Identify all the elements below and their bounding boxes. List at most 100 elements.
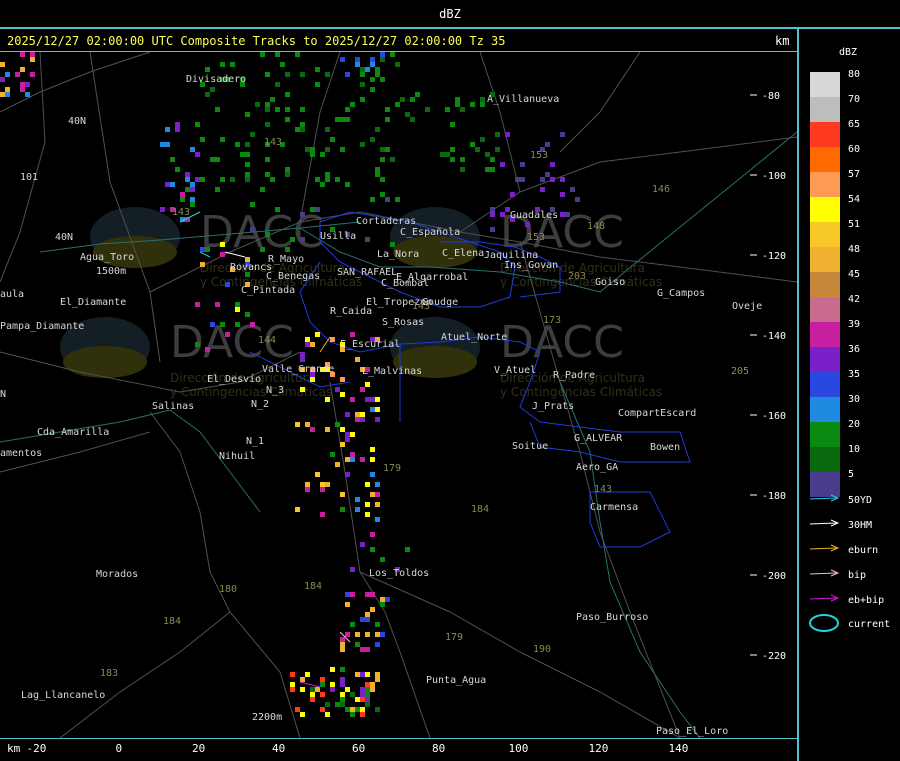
echo-cell: [345, 117, 350, 122]
echo-cell: [345, 472, 350, 477]
echo-cell: [265, 122, 270, 127]
place-label: Divisadero: [186, 74, 246, 85]
echo-cell: [265, 157, 270, 162]
echo-cell: [370, 57, 375, 62]
echo-cell: [370, 682, 375, 687]
echo-cell: [375, 127, 380, 132]
place-label: R_Padre: [553, 370, 595, 381]
echo-cell: [175, 127, 180, 132]
echo-cell: [370, 592, 375, 597]
track-label: eb+bip: [848, 595, 884, 606]
echo-cell: [325, 482, 330, 487]
current-ellipse-icon: [809, 614, 839, 632]
place-label: R_Mayo: [268, 254, 304, 265]
echo-cell: [325, 127, 330, 132]
radar-map[interactable]: DACCDirección de Agriculturay Contingenc…: [0, 52, 797, 738]
echo-cell: [415, 92, 420, 97]
echo-cell: [215, 157, 220, 162]
echo-cell: [380, 632, 385, 637]
echo-cell: [5, 87, 10, 92]
echo-cell: [355, 672, 360, 677]
echo-cell: [365, 592, 370, 597]
echo-cell: [360, 697, 365, 702]
echo-cell: [270, 177, 275, 182]
echo-cell: [300, 212, 305, 217]
echo-cell: [325, 397, 330, 402]
echo-cell: [335, 462, 340, 467]
echo-cell: [355, 707, 360, 712]
echo-cell: [470, 102, 475, 107]
echo-cell: [160, 142, 165, 147]
legend-value: 60: [848, 144, 860, 155]
echo-cell: [345, 592, 350, 597]
echo-cell: [385, 597, 390, 602]
echo-cell: [290, 687, 295, 692]
route-number: 143: [264, 137, 282, 148]
echo-cell: [540, 187, 545, 192]
echo-cell: [460, 167, 465, 172]
place-label: 2200m: [252, 712, 282, 723]
echo-cell: [205, 247, 210, 252]
x-tick-label: 0: [115, 742, 123, 755]
echo-cell: [330, 682, 335, 687]
echo-cell: [160, 207, 165, 212]
road-lines: [0, 52, 797, 738]
echo-cell: [190, 182, 195, 187]
echo-cell: [360, 647, 365, 652]
place-label: 101: [20, 172, 38, 183]
echo-cell: [370, 197, 375, 202]
place-label: Nihuil: [219, 451, 255, 462]
place-label: 1500m: [96, 266, 126, 277]
echo-cell: [365, 702, 370, 707]
echo-cell: [300, 352, 305, 357]
echo-cell: [270, 97, 275, 102]
route-number: 205: [731, 366, 749, 377]
echo-cell: [195, 152, 200, 157]
route-number: 144: [258, 335, 276, 346]
echo-cell: [360, 67, 365, 72]
echo-cell: [355, 62, 360, 67]
track-line: [809, 547, 837, 550]
place-label: C_Española: [400, 227, 460, 238]
y-tick-label: -120: [762, 251, 786, 262]
echo-cell: [195, 302, 200, 307]
echo-cell: [0, 62, 5, 67]
track-line: [809, 497, 837, 500]
echo-cell: [20, 82, 25, 87]
echo-cell: [285, 117, 290, 122]
echo-cell: [370, 472, 375, 477]
echo-cell: [300, 72, 305, 77]
echo-cell: [315, 332, 320, 337]
place-label: C_Pintada: [241, 285, 295, 296]
echo-cell: [325, 177, 330, 182]
frame-top-line: [0, 27, 900, 29]
place-label: L_Malvinas: [362, 366, 422, 377]
echo-cell: [350, 102, 355, 107]
echo-cell: [385, 107, 390, 112]
echo-cell: [485, 152, 490, 157]
echo-cell: [365, 632, 370, 637]
legend-value: 35: [848, 369, 860, 380]
echo-cell: [345, 182, 350, 187]
echo-cell: [260, 247, 265, 252]
echo-cell: [340, 702, 345, 707]
x-tick-label: 80: [432, 742, 446, 755]
echo-cell: [300, 712, 305, 717]
x-tick-label: 40: [272, 742, 286, 755]
x-axis: km -20 0 20 40 60 80 100 120 140: [0, 738, 797, 761]
place-label: N: [0, 389, 6, 400]
echo-cell: [335, 422, 340, 427]
echo-cell: [200, 177, 205, 182]
echo-cell: [350, 397, 355, 402]
legend-value: 20: [848, 419, 860, 430]
echo-cell: [325, 147, 330, 152]
echo-cell: [245, 162, 250, 167]
echo-cell: [320, 682, 325, 687]
place-label: Bowen: [650, 442, 680, 453]
echo-cell: [340, 442, 345, 447]
echo-cell: [320, 487, 325, 492]
echo-cell: [325, 72, 330, 77]
watermark: DACCDirección de Agriculturay Contingenc…: [60, 317, 332, 399]
echo-cell: [350, 592, 355, 597]
route-number: 179: [445, 632, 463, 643]
